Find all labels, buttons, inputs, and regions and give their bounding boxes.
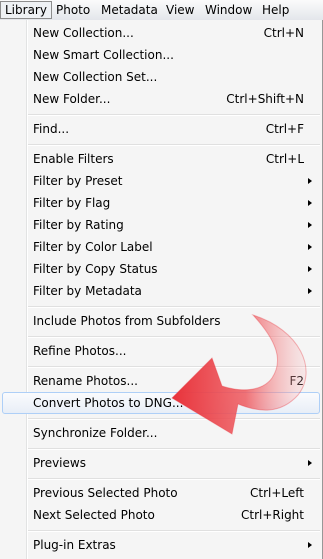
menu-item-label: Include Photos from Subfolders (33, 314, 221, 328)
menu-item-label: Enable Filters (33, 152, 114, 166)
menu-item-shortcut: Ctrl+N (263, 26, 304, 40)
submenu-arrow-icon (308, 222, 312, 228)
menu-item-filter-by-copy-status[interactable]: Filter by Copy Status (2, 258, 320, 280)
menu-item-label: Filter by Color Label (33, 240, 153, 254)
menu-item-label: New Collection... (33, 26, 134, 40)
menu-item-label: Filter by Flag (33, 196, 111, 210)
menu-item-shortcut: Ctrl+Right (240, 508, 304, 522)
submenu-arrow-icon (308, 244, 312, 250)
menu-separator (28, 336, 320, 338)
menu-item-label: Filter by Preset (33, 174, 123, 188)
menu-item-new-folder[interactable]: New Folder... Ctrl+Shift+N (2, 88, 320, 110)
menu-item-label: Synchronize Folder... (33, 426, 158, 440)
submenu-arrow-icon (308, 542, 312, 548)
menu-separator (28, 144, 320, 146)
menu-item-new-smart-collection[interactable]: New Smart Collection... (2, 44, 320, 66)
submenu-arrow-icon (308, 178, 312, 184)
menu-item-next-selected-photo[interactable]: Next Selected Photo Ctrl+Right (2, 504, 320, 526)
menu-item-filter-by-flag[interactable]: Filter by Flag (2, 192, 320, 214)
menu-metadata-label: Metadata (101, 3, 158, 17)
menu-item-label: Refine Photos... (33, 344, 127, 358)
menu-metadata[interactable]: Metadata (97, 1, 162, 19)
menu-item-label: Previews (33, 456, 86, 470)
menu-item-filter-by-rating[interactable]: Filter by Rating (2, 214, 320, 236)
menu-item-rename-photos[interactable]: Rename Photos... F2 (2, 370, 320, 392)
menu-item-label: Convert Photos to DNG... (33, 396, 184, 410)
menu-item-shortcut: F2 (289, 374, 304, 388)
menu-item-previous-selected-photo[interactable]: Previous Selected Photo Ctrl+Left (2, 482, 320, 504)
menu-item-new-collection-set[interactable]: New Collection Set... (2, 66, 320, 88)
menu-separator (28, 114, 320, 116)
menu-item-shortcut: Ctrl+F (265, 122, 304, 136)
menu-help-label: Help (262, 3, 290, 17)
menu-item-label: Plug-in Extras (33, 538, 116, 552)
menu-separator (28, 306, 320, 308)
menu-item-plug-in-extras[interactable]: Plug-in Extras (2, 534, 320, 556)
menu-item-label: New Folder... (33, 92, 111, 106)
menu-item-shortcut: Ctrl+L (265, 152, 304, 166)
menu-separator (28, 530, 320, 532)
submenu-arrow-icon (308, 200, 312, 206)
menu-item-refine-photos[interactable]: Refine Photos... (2, 340, 320, 362)
menu-help[interactable]: Help (258, 1, 293, 19)
menu-item-label: Filter by Copy Status (33, 262, 158, 276)
menu-item-new-collection[interactable]: New Collection... Ctrl+N (2, 22, 320, 44)
menu-item-previews[interactable]: Previews (2, 452, 320, 474)
menu-item-label: Filter by Metadata (33, 284, 142, 298)
menu-library[interactable]: Library (0, 1, 52, 19)
menu-item-enable-filters[interactable]: Enable Filters Ctrl+L (2, 148, 320, 170)
menu-item-filter-by-metadata[interactable]: Filter by Metadata (2, 280, 320, 302)
menu-separator (28, 418, 320, 420)
menu-item-convert-photos-to-dng[interactable]: Convert Photos to DNG... (2, 392, 320, 414)
menu-separator (28, 448, 320, 450)
menu-view-label: View (166, 3, 195, 17)
menu-photo[interactable]: Photo (52, 1, 94, 19)
menu-photo-label: Photo (56, 3, 91, 17)
menu-bar: Library Photo Metadata View Window Help (0, 0, 323, 21)
menu-item-synchronize-folder[interactable]: Synchronize Folder... (2, 422, 320, 444)
menu-item-shortcut: Ctrl+Left (250, 486, 304, 500)
menu-window[interactable]: Window (201, 1, 256, 19)
menu-separator (28, 478, 320, 480)
menu-separator (28, 366, 320, 368)
menu-library-label: Library (5, 3, 47, 17)
menu-item-label: Filter by Rating (33, 218, 124, 232)
menu-item-find[interactable]: Find... Ctrl+F (2, 118, 320, 140)
menu-item-shortcut: Ctrl+Shift+N (226, 92, 304, 106)
menu-item-label: Previous Selected Photo (33, 486, 178, 500)
menu-view[interactable]: View (162, 1, 198, 19)
menu-item-include-photos-from-subfolders[interactable]: Include Photos from Subfolders (2, 310, 320, 332)
menu-item-label: New Collection Set... (33, 70, 158, 84)
menu-item-filter-by-color-label[interactable]: Filter by Color Label (2, 236, 320, 258)
menu-item-label: Next Selected Photo (33, 508, 155, 522)
menu-item-label: Rename Photos... (33, 374, 138, 388)
menu-item-label: New Smart Collection... (33, 48, 174, 62)
menu-window-label: Window (205, 3, 253, 17)
submenu-arrow-icon (308, 288, 312, 294)
menu-item-filter-by-preset[interactable]: Filter by Preset (2, 170, 320, 192)
menu-item-label: Find... (33, 122, 70, 136)
library-dropdown-menu: New Collection... Ctrl+N New Smart Colle… (0, 20, 323, 559)
submenu-arrow-icon (308, 460, 312, 466)
submenu-arrow-icon (308, 266, 312, 272)
